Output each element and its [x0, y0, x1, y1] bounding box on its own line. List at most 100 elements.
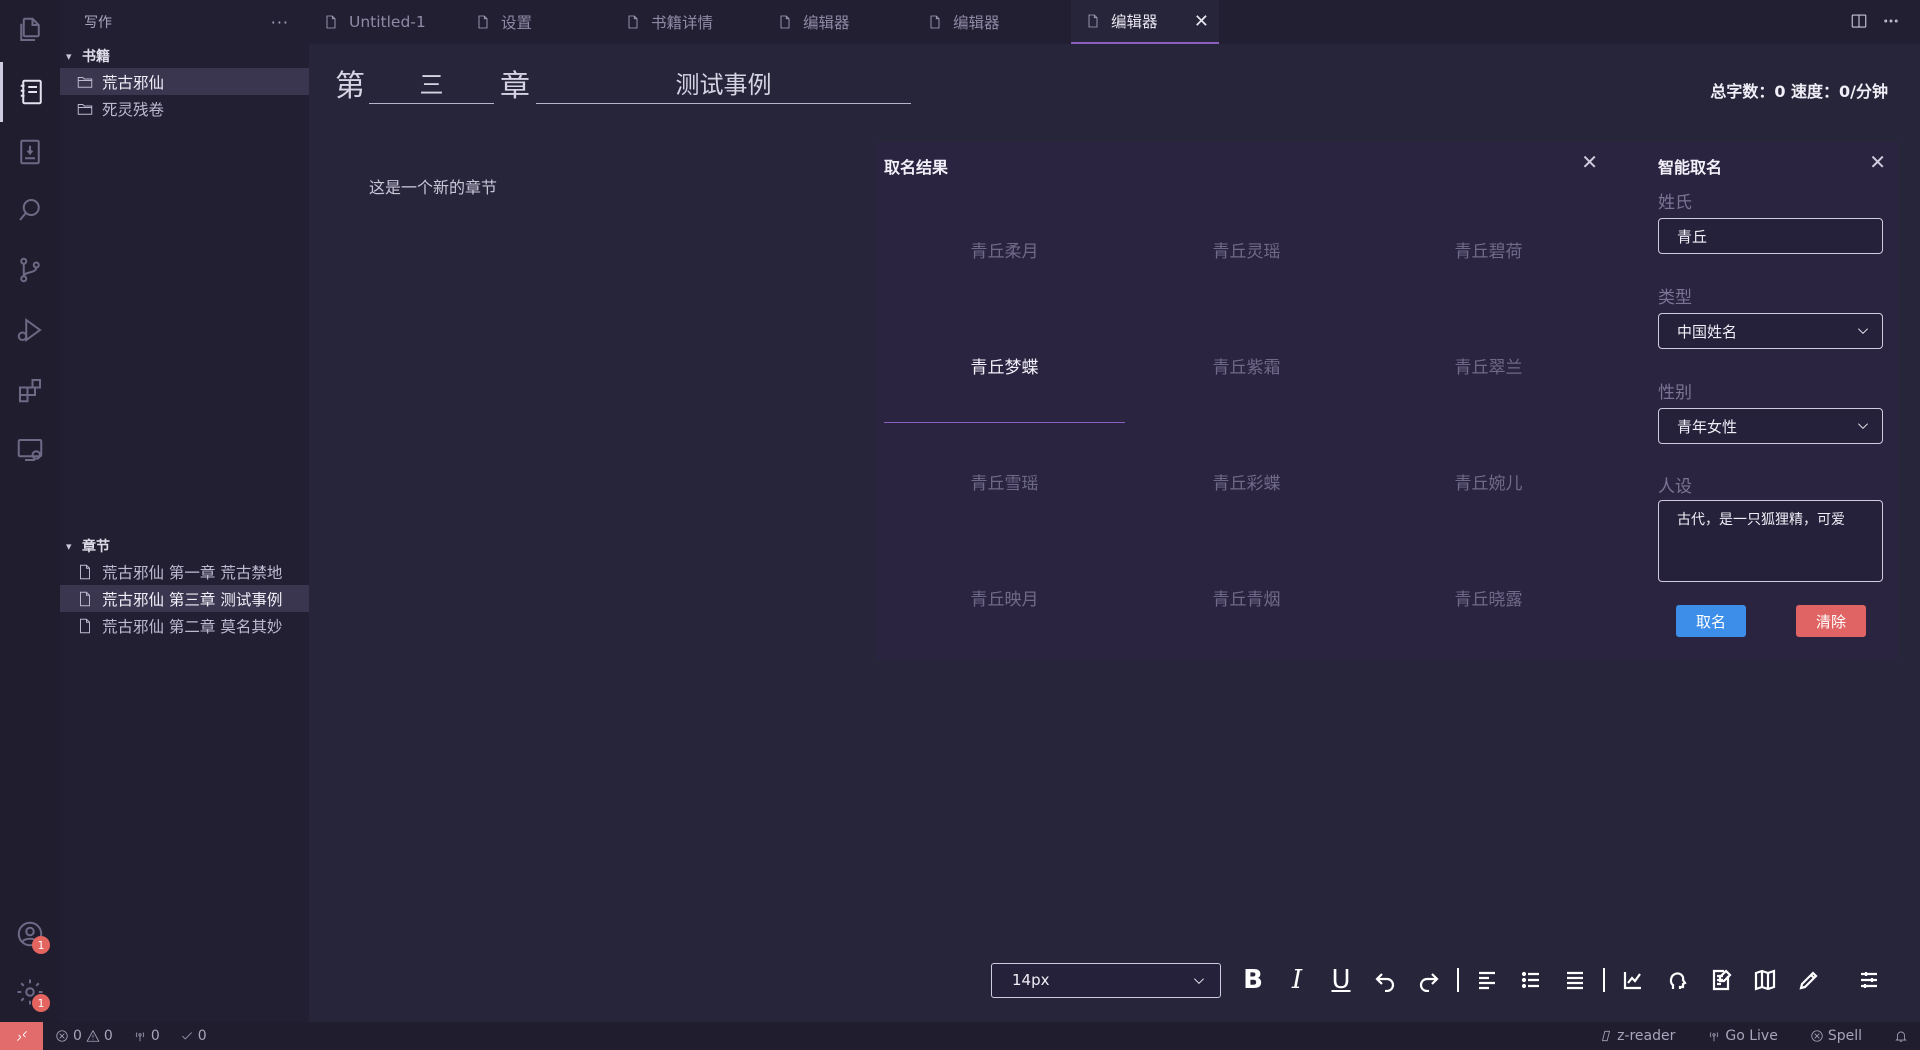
- chapter-item[interactable]: 荒古邪仙 第三章 测试事例: [60, 585, 309, 612]
- checks-count: 0: [197, 1028, 207, 1044]
- generate-name-button[interactable]: 取名: [1676, 605, 1746, 637]
- chevron-down-icon: [1856, 324, 1870, 338]
- name-result-item[interactable]: 青丘雪瑶: [884, 424, 1125, 539]
- book-item[interactable]: 荒古邪仙: [60, 68, 309, 95]
- bold-button[interactable]: B: [1231, 962, 1275, 998]
- search-icon[interactable]: [0, 180, 60, 240]
- remote-explorer-icon[interactable]: [0, 420, 60, 480]
- name-result-item[interactable]: 青丘彩蝶: [1126, 424, 1367, 539]
- map-button[interactable]: [1743, 962, 1787, 998]
- name-result-item[interactable]: 青丘翠兰: [1368, 308, 1609, 423]
- redo-button[interactable]: [1407, 962, 1451, 998]
- close-icon[interactable]: ✕: [1869, 150, 1886, 174]
- tab-actions: [1850, 12, 1900, 30]
- name-result-item[interactable]: 青丘映月: [884, 540, 1125, 655]
- pen-button[interactable]: [1787, 962, 1831, 998]
- gender-select-value: 青年女性: [1677, 417, 1738, 436]
- chapter-item[interactable]: 荒古邪仙 第二章 莫名其妙: [60, 612, 309, 639]
- remote-indicator[interactable]: [0, 1022, 43, 1050]
- underline-button[interactable]: U: [1319, 962, 1363, 998]
- tab-untitled[interactable]: Untitled-1: [309, 0, 461, 44]
- tab-label: Untitled-1: [349, 13, 426, 31]
- account-icon[interactable]: 1: [0, 904, 60, 964]
- tab-editor[interactable]: 编辑器: [763, 0, 913, 44]
- head-profile-icon: [1669, 972, 1687, 989]
- undo-button[interactable]: [1363, 962, 1407, 998]
- close-icon[interactable]: ✕: [1194, 11, 1209, 32]
- broadcast-icon: [1710, 1032, 1719, 1042]
- adjust-settings-button[interactable]: [1847, 962, 1891, 998]
- error-icon: [1811, 1030, 1823, 1042]
- file-icon: [326, 15, 336, 29]
- book-icon[interactable]: [0, 122, 60, 182]
- explorer-icon[interactable]: [0, 0, 60, 60]
- close-icon[interactable]: ✕: [1581, 150, 1598, 174]
- clear-button[interactable]: 清除: [1796, 605, 1866, 637]
- stats-chart-button[interactable]: [1611, 962, 1655, 998]
- justify-button[interactable]: [1553, 962, 1597, 998]
- ports-status[interactable]: 0: [133, 1028, 160, 1044]
- persona-textarea[interactable]: 古代，是一只狐狸精，可爱: [1658, 500, 1883, 582]
- redo-icon: [1419, 973, 1439, 992]
- file-icon: [80, 564, 90, 579]
- name-result-item[interactable]: 青丘晓露: [1368, 540, 1609, 655]
- tab-label: 设置: [501, 14, 533, 32]
- line-chart-icon: [1623, 972, 1641, 990]
- tab-editor[interactable]: 编辑器: [913, 0, 1071, 44]
- settings-gear-icon[interactable]: 1: [0, 962, 60, 1022]
- tab-settings[interactable]: 设置: [461, 0, 611, 44]
- run-debug-icon[interactable]: [0, 300, 60, 360]
- character-button[interactable]: [1655, 962, 1699, 998]
- type-select[interactable]: 中国姓名: [1658, 313, 1883, 349]
- notes-button[interactable]: [1699, 962, 1743, 998]
- book-item-label: 死灵残卷: [102, 100, 165, 119]
- name-result-item[interactable]: 青丘灵瑶: [1126, 192, 1367, 307]
- results-title: 取名结果: [884, 158, 949, 177]
- settings-badge: 1: [32, 994, 50, 1012]
- chapters-section-header[interactable]: ▾ 章节: [60, 534, 309, 558]
- tab-label: 书籍详情: [651, 14, 714, 32]
- books-section-header[interactable]: ▾ 书籍: [60, 44, 309, 68]
- more-actions-icon[interactable]: [1882, 12, 1900, 30]
- zreader-status[interactable]: z-reader: [1599, 1028, 1675, 1044]
- book-open-icon: [1602, 1030, 1611, 1042]
- name-result-item[interactable]: 青丘紫霜: [1126, 308, 1367, 423]
- tab-editor-active[interactable]: 编辑器 ✕: [1071, 0, 1219, 44]
- golive-status[interactable]: Go Live: [1707, 1028, 1778, 1044]
- chapter-name-input[interactable]: 测试事例: [536, 68, 911, 104]
- font-size-select[interactable]: 14px: [991, 962, 1221, 998]
- chapter-number-input[interactable]: 三: [369, 68, 494, 104]
- source-control-icon[interactable]: [0, 240, 60, 300]
- editor-content[interactable]: 这是一个新的章节: [369, 174, 497, 198]
- italic-icon: I: [1291, 965, 1303, 995]
- align-left-button[interactable]: [1465, 962, 1509, 998]
- name-result-item[interactable]: 青丘碧荷: [1368, 192, 1609, 307]
- writing-notebook-icon[interactable]: [0, 62, 60, 122]
- chapter-item-label: 荒古邪仙 第三章 测试事例: [102, 590, 283, 609]
- name-result-item[interactable]: 青丘梦蝶: [884, 308, 1125, 423]
- italic-button[interactable]: I: [1275, 962, 1319, 998]
- map-icon: [1754, 969, 1776, 991]
- split-editor-icon[interactable]: [1850, 12, 1868, 30]
- name-result-item[interactable]: 青丘婉儿: [1368, 424, 1609, 539]
- chapter-item-label: 荒古邪仙 第二章 莫名其妙: [102, 617, 283, 636]
- warning-count: 0: [103, 1028, 113, 1044]
- chevron-down-icon: [1192, 974, 1206, 988]
- checks-status[interactable]: 0: [180, 1028, 207, 1044]
- notifications-status[interactable]: [1894, 1029, 1908, 1043]
- chapter-item[interactable]: 荒古邪仙 第一章 荒古禁地: [60, 558, 309, 585]
- name-result-item[interactable]: 青丘青烟: [1126, 540, 1367, 655]
- tab-book-details[interactable]: 书籍详情: [611, 0, 763, 44]
- spell-status[interactable]: Spell: [1810, 1028, 1862, 1044]
- book-item[interactable]: 死灵残卷: [60, 95, 309, 122]
- name-result-item[interactable]: 青丘柔月: [884, 192, 1125, 307]
- problems-status[interactable]: 0 0: [55, 1028, 113, 1044]
- check-icon: [181, 1032, 192, 1040]
- surname-input[interactable]: 青丘: [1658, 218, 1883, 254]
- status-bar: 0 0 0 0 z-reader Go Live Spell: [0, 1022, 1920, 1050]
- bullet-list-button[interactable]: [1509, 962, 1553, 998]
- more-actions-icon[interactable]: ···: [271, 13, 289, 32]
- note-edit-icon: [1712, 969, 1732, 991]
- gender-select[interactable]: 青年女性: [1658, 408, 1883, 444]
- extensions-icon[interactable]: [0, 360, 60, 420]
